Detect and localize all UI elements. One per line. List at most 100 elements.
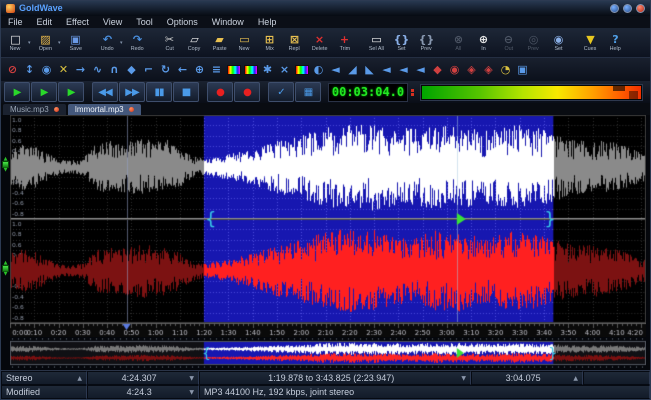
right-channel-marker[interactable]: ▲ ▼ — [1, 260, 10, 276]
pause-button[interactable]: ▮▮ — [146, 82, 172, 103]
main-toolbar: □ New ▾ ▨ Open ▾ ▣ Save ↶ Undo ▾ ↷ Redo ✂ Cut ▱ Copy ▰ Pas… — [1, 29, 650, 57]
delete-button[interactable]: × Delete — [307, 30, 332, 56]
paste-label: Paste — [212, 46, 227, 52]
prev-selection-button[interactable]: {} Prev — [414, 30, 439, 56]
paste-new-button[interactable]: ▭ New — [232, 30, 257, 56]
status-file-length[interactable]: 4:24.307 ▼ — [87, 371, 199, 385]
menu-help[interactable]: Help — [251, 17, 284, 27]
undo-button[interactable]: ↶ Undo — [95, 30, 120, 56]
fx-fade-in-button[interactable]: ◢ — [344, 61, 361, 79]
fx-volume-down-button[interactable]: ◄ — [327, 61, 344, 79]
tab-immortal-mp3[interactable]: Immortal.mp3 — [67, 103, 141, 115]
copy-button[interactable]: ▱ Copy — [182, 30, 207, 56]
menu-file[interactable]: File — [1, 17, 30, 27]
tab-modified-dot — [128, 106, 134, 112]
menu-view[interactable]: View — [96, 17, 129, 27]
tab-music-mp3[interactable]: Music.mp3 — [3, 103, 66, 115]
fx-pan-button[interactable]: ⊕ — [191, 61, 208, 79]
trim-button[interactable]: + Trim — [332, 30, 357, 56]
play-selection-button[interactable]: ▶ — [31, 82, 57, 103]
fx-reduce-vocals-button[interactable]: ◈ — [463, 61, 480, 79]
fx-noise-reduction-button[interactable]: × — [276, 61, 293, 79]
fast-forward-button[interactable]: ▶▶ — [119, 82, 145, 103]
menu-options[interactable]: Options — [160, 17, 205, 27]
fx-time-warp-button[interactable]: ← — [174, 61, 191, 79]
fx-offset-button[interactable]: → — [72, 61, 89, 79]
fx-silence-button[interactable]: ◐ — [310, 61, 327, 79]
prev-selection-icon: {} — [418, 32, 435, 46]
menu-effect[interactable]: Effect — [59, 17, 96, 27]
fx-echo-button[interactable]: ⌐ — [140, 61, 157, 79]
waveform-canvas[interactable] — [10, 114, 646, 337]
status-selection-range-spinner[interactable]: ▼ — [461, 375, 466, 382]
redo-button[interactable]: ↷ Redo — [125, 30, 150, 56]
left-channel-marker[interactable]: ▲ ▼ — [1, 156, 10, 172]
fx-equalizer-button[interactable] — [225, 61, 242, 79]
status-channel-mode-spinner[interactable]: ▲ — [77, 375, 82, 382]
help-button[interactable]: ? Help — [603, 30, 628, 56]
fx-reverse-button[interactable]: ↻ — [157, 61, 174, 79]
status-channel-mode[interactable]: Stereo ▲ — [1, 371, 87, 385]
fx-stereo-expander-button[interactable]: ◈ — [480, 61, 497, 79]
fx-disable-button[interactable]: ⊘ — [4, 61, 21, 79]
replace-button[interactable]: ⊠ Repl — [282, 30, 307, 56]
title-bar[interactable]: GoldWave — [1, 1, 650, 16]
fx-compressor-button[interactable]: ↕ — [21, 61, 38, 79]
status-length-short-spinner[interactable]: ▼ — [189, 389, 194, 396]
menu-edit[interactable]: Edit — [30, 17, 60, 27]
minimize-button[interactable] — [610, 3, 619, 13]
status-length-short[interactable]: 4:24.3 ▼ — [87, 385, 199, 399]
select-all-button[interactable]: ▭ Sel All — [364, 30, 389, 56]
status-file-length-spinner[interactable]: ▼ — [189, 375, 194, 382]
play-fast-button[interactable]: ▶ — [58, 82, 84, 103]
close-button[interactable] — [636, 3, 645, 13]
status-selection-range[interactable]: 1:19.878 to 3:43.825 (2:23.947) ▼ — [199, 371, 471, 385]
rewind-button[interactable]: ◀◀ — [92, 82, 118, 103]
fx-voice-over-button[interactable]: ◉ — [446, 61, 463, 79]
fx-pitch-button[interactable]: ◉ — [38, 61, 55, 79]
menu-tool[interactable]: Tool — [129, 17, 160, 27]
maximize-button[interactable] — [623, 3, 632, 13]
help-icon: ? — [612, 32, 619, 46]
set-selection-icon: {} — [393, 32, 410, 46]
stop-button[interactable]: ■ — [173, 82, 199, 103]
fx-spectrum-filter-button[interactable] — [293, 61, 310, 79]
menu-window[interactable]: Window — [205, 17, 251, 27]
fx-dynamics-button[interactable]: ◆ — [123, 61, 140, 79]
mix-label: Mix — [265, 46, 274, 52]
zoom-prev-icon: ◎ — [528, 32, 539, 46]
fx-volume-shape-button[interactable]: ◄ — [378, 61, 395, 79]
open-button[interactable]: ▨ Open — [33, 30, 58, 56]
app-icon — [6, 3, 15, 13]
fx-comment-button[interactable]: ▣ — [514, 61, 531, 79]
status-playback-position[interactable]: 3:04.075 ▲ — [471, 371, 583, 385]
cues-button[interactable]: ▼ Cues — [578, 30, 603, 56]
new-button[interactable]: □ New — [3, 30, 28, 56]
fx-flanger-button[interactable]: ∿ — [89, 61, 106, 79]
zoom-selection-button[interactable]: ◉ Set — [546, 30, 571, 56]
fx-equalizer-bands-button[interactable] — [242, 61, 259, 79]
play-button[interactable]: ▶ — [4, 82, 30, 103]
fx-mechanize-button[interactable]: ✕ — [55, 61, 72, 79]
record-button[interactable]: ● — [207, 82, 233, 103]
status-playback-position-spinner[interactable]: ▲ — [573, 375, 578, 382]
visuals-button[interactable]: ▦ — [295, 82, 321, 103]
fx-playback-rate-button[interactable]: ◔ — [497, 61, 514, 79]
fx-volume-match-button[interactable]: ◄ — [395, 61, 412, 79]
fx-max-volume-button[interactable]: ◄ — [412, 61, 429, 79]
cut-button[interactable]: ✂ Cut — [157, 30, 182, 56]
zoom-in-button[interactable]: ⊕ In — [471, 30, 496, 56]
record-selection-button[interactable]: ● — [234, 82, 260, 103]
undo-icon: ↶ — [102, 32, 113, 46]
fx-stereo-center-button[interactable]: ◆ — [429, 61, 446, 79]
fx-fade-out-button[interactable]: ◣ — [361, 61, 378, 79]
fx-parametric-eq-button[interactable]: ≡ — [208, 61, 225, 79]
fx-interpolate-button[interactable]: ✱ — [259, 61, 276, 79]
save-button[interactable]: ▣ Save — [63, 30, 88, 56]
paste-button[interactable]: ▰ Paste — [207, 30, 232, 56]
set-selection-button[interactable]: {} Set — [389, 30, 414, 56]
monitor-button[interactable]: ✓ — [268, 82, 294, 103]
mix-button[interactable]: ⊞ Mix — [257, 30, 282, 56]
overview-canvas[interactable] — [10, 338, 646, 369]
fx-doppler-button[interactable]: ∩ — [106, 61, 123, 79]
